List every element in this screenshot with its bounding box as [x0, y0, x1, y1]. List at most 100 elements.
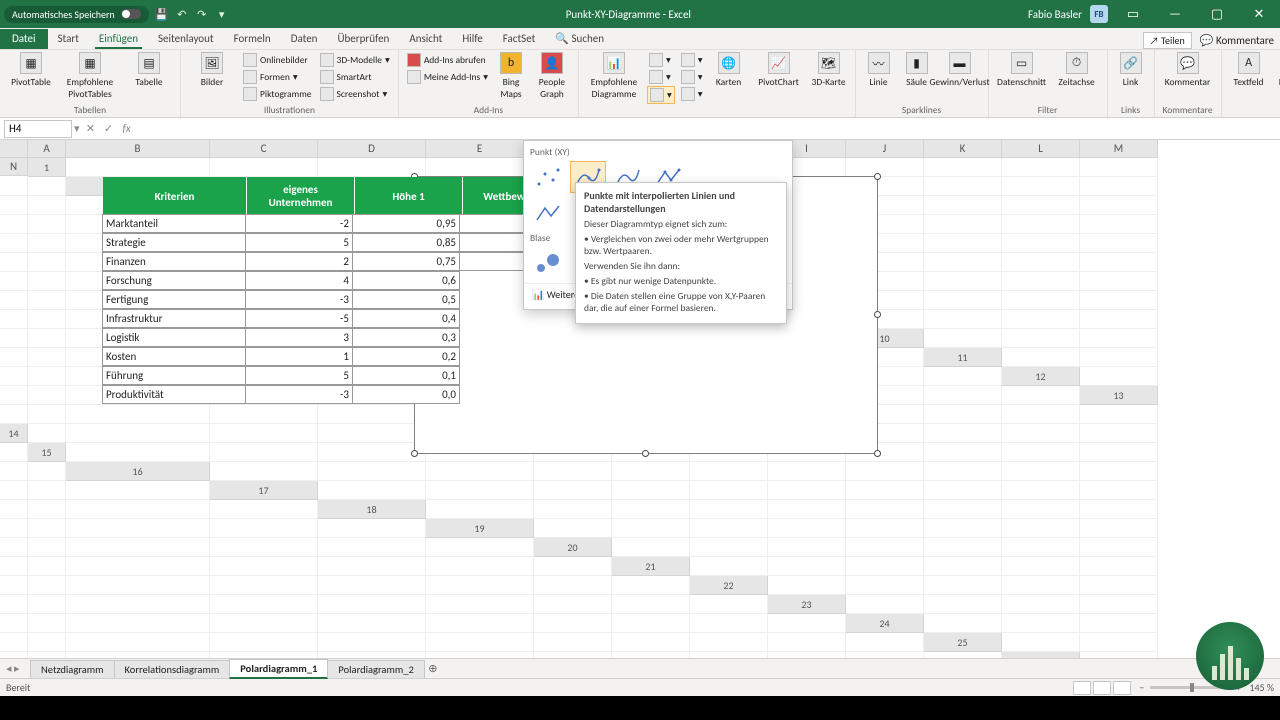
pivotchart-button[interactable]: 📈PivotChart: [753, 52, 805, 88]
table-cell[interactable]: 0,75: [352, 252, 460, 271]
normal-view-button[interactable]: [1073, 681, 1091, 695]
slicer-button[interactable]: ▭Datenschnitt: [995, 52, 1049, 88]
cell[interactable]: [924, 272, 1002, 291]
tab-hilfe[interactable]: Hilfe: [452, 29, 492, 49]
cell[interactable]: [28, 538, 66, 557]
formula-input[interactable]: [136, 120, 1280, 138]
cell[interactable]: [28, 405, 66, 424]
cell[interactable]: [1080, 158, 1158, 177]
scatter-option-1[interactable]: [530, 161, 566, 193]
cell[interactable]: [0, 272, 28, 291]
cell[interactable]: [0, 652, 28, 658]
cell[interactable]: [612, 519, 690, 538]
cell[interactable]: [0, 633, 28, 652]
cell[interactable]: [318, 443, 426, 462]
cell[interactable]: [1002, 253, 1080, 272]
cell[interactable]: [66, 424, 210, 443]
row-header[interactable]: 14: [0, 424, 28, 443]
cell[interactable]: [28, 614, 66, 633]
cell[interactable]: [318, 462, 426, 481]
cell[interactable]: [690, 462, 768, 481]
cell[interactable]: [924, 405, 1002, 424]
autosave-toggle[interactable]: Automatisches Speichern: [4, 6, 149, 23]
table-cell[interactable]: Kosten: [102, 347, 246, 366]
hierarchy-chart-button[interactable]: ▾: [647, 69, 675, 85]
cell[interactable]: [1002, 310, 1080, 329]
cell[interactable]: [534, 462, 612, 481]
cell[interactable]: [426, 614, 534, 633]
my-addins-button[interactable]: Meine Add-Ins ▾: [405, 69, 490, 85]
table-cell[interactable]: Marktanteil: [102, 214, 246, 233]
comments-button[interactable]: 💬 Kommentare: [1200, 34, 1274, 47]
3d-models-button[interactable]: 3D-Modelle ▾: [318, 52, 392, 68]
cell[interactable]: [768, 633, 846, 652]
save-icon[interactable]: 💾: [155, 7, 169, 21]
cell[interactable]: [210, 538, 318, 557]
cell[interactable]: [66, 633, 210, 652]
cell[interactable]: [768, 500, 846, 519]
sheet-tab-4[interactable]: Polardiagramm_2: [327, 660, 424, 678]
cell[interactable]: [924, 177, 1002, 196]
cell[interactable]: [28, 519, 66, 538]
cell[interactable]: [924, 595, 1002, 614]
table-cell[interactable]: [460, 329, 568, 348]
col-header[interactable]: D: [318, 140, 426, 158]
cell[interactable]: [924, 500, 1002, 519]
cell[interactable]: [66, 538, 210, 557]
col-header[interactable]: K: [924, 140, 1002, 158]
table-header[interactable]: eigenes Unternehmen: [247, 177, 355, 215]
table-cell[interactable]: 0,1: [352, 366, 460, 385]
cell[interactable]: [66, 481, 210, 500]
tab-formeln[interactable]: Formeln: [224, 29, 281, 49]
table-cell[interactable]: 1: [245, 347, 353, 366]
cell[interactable]: [612, 576, 690, 595]
table-cell[interactable]: Finanzen: [102, 252, 246, 271]
table-cell[interactable]: [460, 386, 568, 405]
cell[interactable]: [1002, 424, 1080, 443]
cell[interactable]: [1080, 633, 1158, 652]
cell[interactable]: [1080, 310, 1158, 329]
cell[interactable]: [924, 462, 1002, 481]
pivottable-button[interactable]: ▦PivotTable: [6, 52, 56, 88]
cell[interactable]: [28, 272, 66, 291]
cell[interactable]: [0, 443, 28, 462]
sheet-tab-3[interactable]: Polardiagramm_1: [229, 659, 328, 679]
table-cell[interactable]: 3: [245, 328, 353, 347]
pictures-button[interactable]: 🖼Bilder: [187, 52, 237, 88]
cell[interactable]: [924, 386, 1002, 405]
cell[interactable]: [318, 633, 426, 652]
cell[interactable]: [318, 519, 426, 538]
tab-ansicht[interactable]: Ansicht: [399, 29, 452, 49]
bing-maps-button[interactable]: bBing Maps: [494, 52, 528, 100]
cell[interactable]: [28, 196, 66, 215]
scatter-option-5[interactable]: [530, 197, 566, 229]
share-button[interactable]: ↗ Teilen: [1143, 32, 1192, 49]
cell[interactable]: [612, 633, 690, 652]
cell[interactable]: [924, 367, 1002, 386]
cell[interactable]: [1002, 595, 1080, 614]
scatter-chart-button[interactable]: ▾: [647, 86, 675, 104]
cell[interactable]: [534, 481, 612, 500]
cell[interactable]: [28, 215, 66, 234]
cell[interactable]: [690, 595, 768, 614]
table-cell[interactable]: -3: [245, 290, 353, 309]
pictograms-button[interactable]: Piktogramme: [241, 86, 314, 102]
table-cell[interactable]: -5: [245, 309, 353, 328]
cell[interactable]: [28, 310, 66, 329]
maps-button[interactable]: 🌐Karten: [709, 52, 749, 88]
cell[interactable]: [0, 177, 28, 196]
cell[interactable]: [924, 215, 1002, 234]
cell[interactable]: [66, 519, 210, 538]
cell[interactable]: [426, 557, 534, 576]
cell[interactable]: [924, 614, 1002, 633]
cell[interactable]: [1002, 633, 1080, 652]
cell[interactable]: [1002, 443, 1080, 462]
cell[interactable]: [0, 310, 28, 329]
cell[interactable]: [318, 481, 426, 500]
cell[interactable]: [318, 405, 426, 424]
cell[interactable]: [1002, 576, 1080, 595]
row-header[interactable]: 23: [768, 595, 846, 614]
tab-seitenlayout[interactable]: Seitenlayout: [148, 29, 224, 49]
col-header[interactable]: E: [426, 140, 534, 158]
cell[interactable]: [924, 557, 1002, 576]
